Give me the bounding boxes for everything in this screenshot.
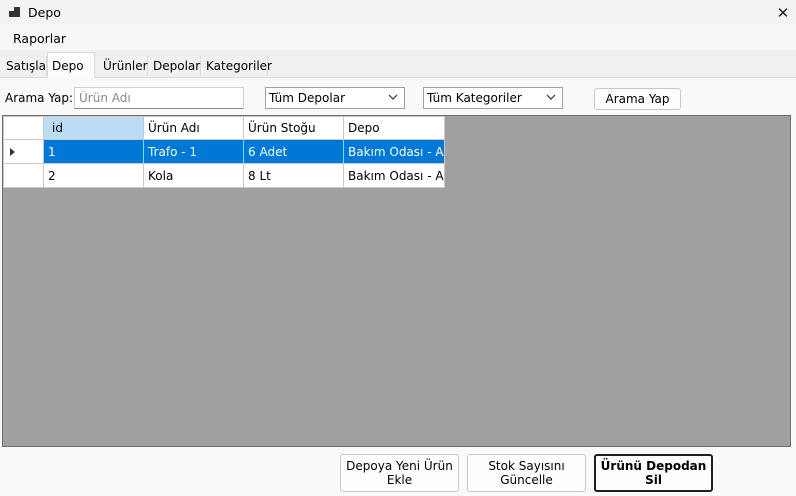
table-row[interactable]: 1 Trafo - 1 6 Adet Bakım Odası - A — [3, 139, 445, 164]
cell-depo[interactable]: Bakım Odası - A — [343, 163, 445, 188]
column-header-depo[interactable]: Depo — [343, 116, 445, 140]
grid-header-row: id Ürün Adı Ürün Stoğu Depo — [3, 116, 445, 140]
cell-urun-adi[interactable]: Trafo - 1 — [143, 139, 244, 164]
search-input[interactable] — [75, 88, 243, 108]
cell-id[interactable]: 1 — [43, 139, 144, 164]
cell-depo[interactable]: Bakım Odası - A — [343, 139, 445, 164]
table-row[interactable]: 2 Kola 8 Lt Bakım Odası - A — [3, 163, 445, 188]
products-grid[interactable]: id Ürün Adı Ürün Stoğu Depo 1 Trafo - 1 … — [3, 116, 445, 188]
row-header[interactable] — [3, 139, 44, 164]
grid-corner-header[interactable] — [3, 116, 44, 140]
warehouse-filter-select[interactable]: Tüm Depolar — [265, 87, 405, 109]
cell-urun-stogu[interactable]: 8 Lt — [243, 163, 344, 188]
app-window-icon — [9, 7, 20, 17]
search-label: Arama Yap: — [5, 91, 74, 105]
menu-item-raporlar[interactable]: Raporlar — [13, 31, 66, 46]
tab-depolar[interactable]: Depolar — [149, 56, 201, 76]
title-bar: Depo ✕ — [0, 0, 796, 26]
close-icon[interactable]: ✕ — [770, 1, 796, 25]
category-filter-select[interactable]: Tüm Kategoriler — [423, 87, 563, 109]
search-button[interactable]: Arama Yap — [594, 88, 681, 110]
update-stock-button[interactable]: Stok Sayısını Güncelle — [467, 454, 586, 492]
category-filter-value: Tüm Kategoriler — [427, 91, 522, 105]
add-product-button[interactable]: Depoya Yeni Ürün Ekle — [340, 454, 459, 492]
window-title: Depo — [28, 5, 61, 20]
tab-depo[interactable]: Depo — [47, 52, 95, 78]
cell-id[interactable]: 2 — [43, 163, 144, 188]
row-header[interactable] — [3, 163, 44, 188]
column-header-urun-adi[interactable]: Ürün Adı — [143, 116, 244, 140]
warehouse-filter-value: Tüm Depolar — [269, 91, 345, 105]
chevron-down-icon — [546, 94, 556, 100]
current-row-arrow-icon — [10, 147, 15, 156]
search-field[interactable] — [74, 87, 244, 109]
chevron-down-icon — [388, 94, 398, 100]
tab-urunler[interactable]: Ürünler — [99, 56, 148, 76]
tab-satislar[interactable]: Satışlar — [2, 56, 51, 76]
column-header-urun-stogu[interactable]: Ürün Stoğu — [243, 116, 344, 140]
tab-kategoriler[interactable]: Kategoriler — [202, 56, 272, 76]
menu-bar: Raporlar — [0, 26, 796, 50]
delete-product-button[interactable]: Ürünü Depodan Sil — [594, 454, 713, 492]
cell-urun-stogu[interactable]: 6 Adet — [243, 139, 344, 164]
cell-urun-adi[interactable]: Kola — [143, 163, 244, 188]
column-header-id[interactable]: id — [43, 116, 144, 140]
